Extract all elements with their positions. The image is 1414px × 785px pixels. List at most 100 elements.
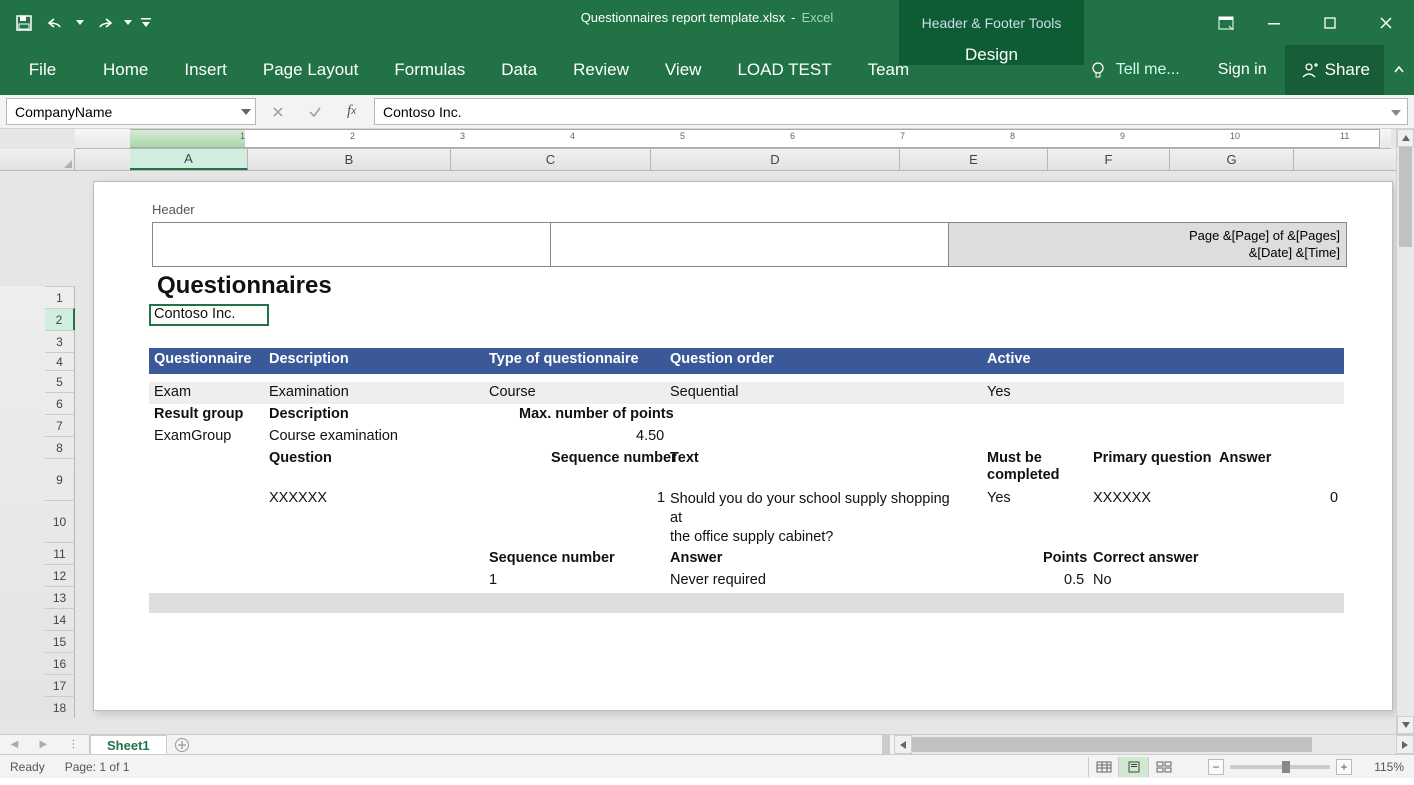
undo-button[interactable]: [42, 10, 70, 36]
vertical-scrollbar[interactable]: [1396, 129, 1414, 734]
column-header-b[interactable]: B: [248, 149, 451, 170]
undo-dropdown[interactable]: [74, 10, 86, 36]
row-header-11[interactable]: 11: [45, 542, 75, 564]
cell-course-examination: Course examination: [269, 428, 398, 444]
tab-design[interactable]: Design: [899, 45, 1084, 65]
tab-insert[interactable]: Insert: [166, 45, 245, 95]
row-header-12[interactable]: 12: [45, 564, 75, 586]
row-header-8[interactable]: 8: [45, 436, 75, 458]
tab-load-test[interactable]: LOAD TEST: [719, 45, 849, 95]
row-header-10[interactable]: 10: [45, 500, 75, 542]
header-center-section[interactable]: [550, 222, 948, 267]
tab-scroll-split-handle[interactable]: [882, 735, 890, 754]
th-a-answer: Answer: [670, 550, 722, 566]
select-all-button[interactable]: [0, 149, 75, 170]
tab-view[interactable]: View: [647, 45, 720, 95]
row-header-5[interactable]: 5: [45, 370, 75, 392]
scroll-down-button[interactable]: [1397, 716, 1414, 734]
new-sheet-button[interactable]: [167, 735, 197, 754]
row-header-6[interactable]: 6: [45, 392, 75, 414]
minimize-button[interactable]: [1246, 0, 1302, 45]
enter-formula-button[interactable]: [303, 101, 327, 123]
column-header-d[interactable]: D: [651, 149, 900, 170]
horizontal-scrollbar[interactable]: [894, 735, 1414, 754]
scroll-up-button[interactable]: [1397, 129, 1414, 147]
header-right-section[interactable]: Page &[Page] of &[Pages] &[Date] &[Time]: [948, 222, 1347, 267]
tab-formulas[interactable]: Formulas: [376, 45, 483, 95]
column-header-c[interactable]: C: [451, 149, 651, 170]
tab-home[interactable]: Home: [85, 45, 166, 95]
column-header-f[interactable]: F: [1048, 149, 1170, 170]
normal-view-button[interactable]: [1088, 757, 1118, 777]
row-header-2[interactable]: 2: [45, 308, 75, 330]
row-header-3[interactable]: 3: [45, 330, 75, 352]
scroll-left-button[interactable]: [894, 735, 912, 754]
expand-formula-bar-icon[interactable]: [1391, 107, 1401, 117]
zoom-percent[interactable]: 115%: [1358, 760, 1404, 774]
horizontal-ruler[interactable]: 1 2 3 4 5 6 7 8 9 10 11: [75, 129, 1391, 149]
vscroll-track[interactable]: [1397, 147, 1414, 716]
collapse-ribbon-button[interactable]: [1384, 64, 1414, 76]
share-label: Share: [1325, 60, 1370, 80]
row-header-17[interactable]: 17: [45, 674, 75, 696]
zoom-in-button[interactable]: +: [1336, 759, 1352, 775]
row-header-7[interactable]: 7: [45, 414, 75, 436]
tab-file[interactable]: File: [0, 45, 85, 95]
sign-in-button[interactable]: Sign in: [1200, 61, 1285, 79]
column-header-g[interactable]: G: [1170, 149, 1294, 170]
cancel-formula-button[interactable]: [266, 101, 290, 123]
row-header-16[interactable]: 16: [45, 652, 75, 674]
row-header-18[interactable]: 18: [45, 696, 75, 718]
name-box[interactable]: CompanyName: [6, 98, 256, 125]
tab-data[interactable]: Data: [483, 45, 555, 95]
status-page: Page: 1 of 1: [65, 760, 130, 774]
th-question: Question: [269, 450, 332, 466]
close-button[interactable]: [1358, 0, 1414, 45]
header-left-section[interactable]: [152, 222, 550, 267]
row-header-1[interactable]: 1: [45, 286, 75, 308]
scroll-right-button[interactable]: [1396, 735, 1414, 754]
zoom-slider[interactable]: [1230, 765, 1330, 769]
header-page-code: Page &[Page] of &[Pages]: [955, 227, 1340, 244]
tab-nav-prev-icon[interactable]: ◀: [11, 739, 19, 750]
tab-nav-next-icon[interactable]: ▶: [39, 739, 47, 750]
vscroll-thumb[interactable]: [1399, 147, 1412, 247]
sheet-tabs-bar: ◀ ▶ ⋮ Sheet1: [0, 734, 1414, 754]
row-header-4[interactable]: 4: [45, 352, 75, 370]
name-box-dropdown-icon[interactable]: [241, 109, 251, 115]
maximize-button[interactable]: [1302, 0, 1358, 45]
label-max-points: Max. number of points: [519, 406, 674, 422]
view-buttons: [1088, 757, 1178, 777]
title-bar: Questionnaires report template.xlsx - Ex…: [0, 0, 1414, 45]
row-header-13[interactable]: 13: [45, 586, 75, 608]
cell-question-text: Should you do your school supply shoppin…: [670, 490, 950, 547]
customize-qat-dropdown[interactable]: [138, 10, 154, 36]
column-header-e[interactable]: E: [900, 149, 1048, 170]
row-header-14[interactable]: 14: [45, 608, 75, 630]
cell-question-id: XXXXXX: [269, 490, 327, 506]
save-icon[interactable]: [10, 10, 38, 36]
page-paper[interactable]: Header Page &[Page] of &[Pages] &[Date] …: [93, 181, 1393, 711]
zoom-out-button[interactable]: −: [1208, 759, 1224, 775]
hscroll-thumb[interactable]: [912, 737, 1312, 752]
header-editing-area[interactable]: Page &[Page] of &[Pages] &[Date] &[Time]: [152, 222, 1347, 267]
sheet-tab-sheet1[interactable]: Sheet1: [90, 735, 167, 754]
tab-page-layout[interactable]: Page Layout: [245, 45, 376, 95]
redo-button[interactable]: [90, 10, 118, 36]
tell-me-search[interactable]: Tell me...: [1068, 60, 1200, 80]
hscroll-track[interactable]: [912, 735, 1396, 754]
page-layout-view-button[interactable]: [1118, 757, 1148, 777]
page-break-view-button[interactable]: [1148, 757, 1178, 777]
ribbon-display-options-icon[interactable]: [1206, 0, 1246, 45]
share-button[interactable]: Share: [1285, 45, 1384, 95]
th-active: Active: [987, 351, 1031, 367]
zoom-slider-thumb[interactable]: [1282, 761, 1290, 773]
row-header-9[interactable]: 9: [45, 458, 75, 500]
row-header-15[interactable]: 15: [45, 630, 75, 652]
formula-input[interactable]: Contoso Inc.: [374, 98, 1408, 125]
window-title: Questionnaires report template.xlsx - Ex…: [581, 10, 834, 25]
redo-dropdown[interactable]: [122, 10, 134, 36]
tab-review[interactable]: Review: [555, 45, 647, 95]
column-header-a[interactable]: A: [130, 149, 248, 170]
insert-function-button[interactable]: fx: [340, 101, 364, 123]
